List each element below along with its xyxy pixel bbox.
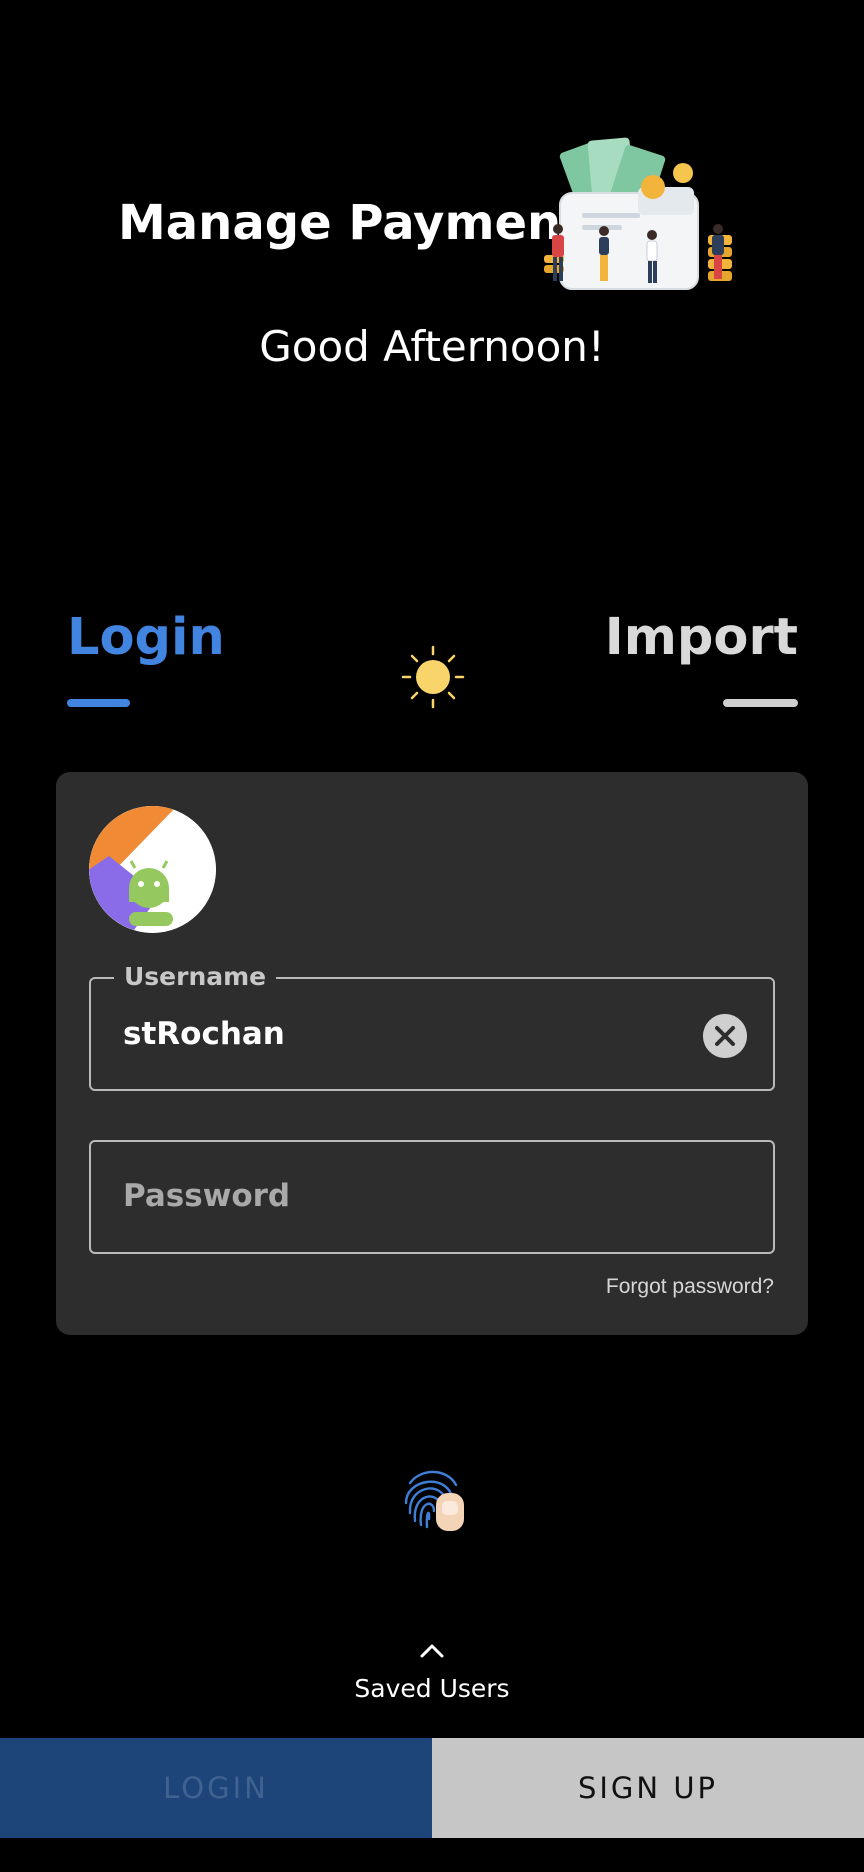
tab-login[interactable]: Login: [67, 608, 225, 667]
username-input[interactable]: stRochan: [123, 1016, 285, 1052]
signup-button[interactable]: SIGN UP: [432, 1738, 864, 1838]
android-avatar-icon[interactable]: [89, 806, 216, 933]
tab-import[interactable]: Import: [605, 608, 798, 667]
sun-icon[interactable]: [400, 644, 466, 710]
login-button[interactable]: LOGIN: [0, 1738, 432, 1838]
payments-illustration-icon: [544, 137, 732, 290]
fingerprint-icon[interactable]: [400, 1463, 468, 1533]
saved-users-label[interactable]: Saved Users: [0, 1674, 864, 1703]
forgot-password-link[interactable]: Forgot password?: [606, 1275, 774, 1299]
clear-icon[interactable]: [703, 1014, 747, 1058]
username-label: Username: [114, 962, 277, 991]
password-input[interactable]: Password: [123, 1178, 290, 1214]
greeting-text: Good Afternoon!: [259, 322, 605, 371]
tab-login-indicator: [67, 699, 130, 707]
tab-import-indicator: [723, 699, 798, 707]
chevron-up-icon[interactable]: [418, 1642, 446, 1660]
